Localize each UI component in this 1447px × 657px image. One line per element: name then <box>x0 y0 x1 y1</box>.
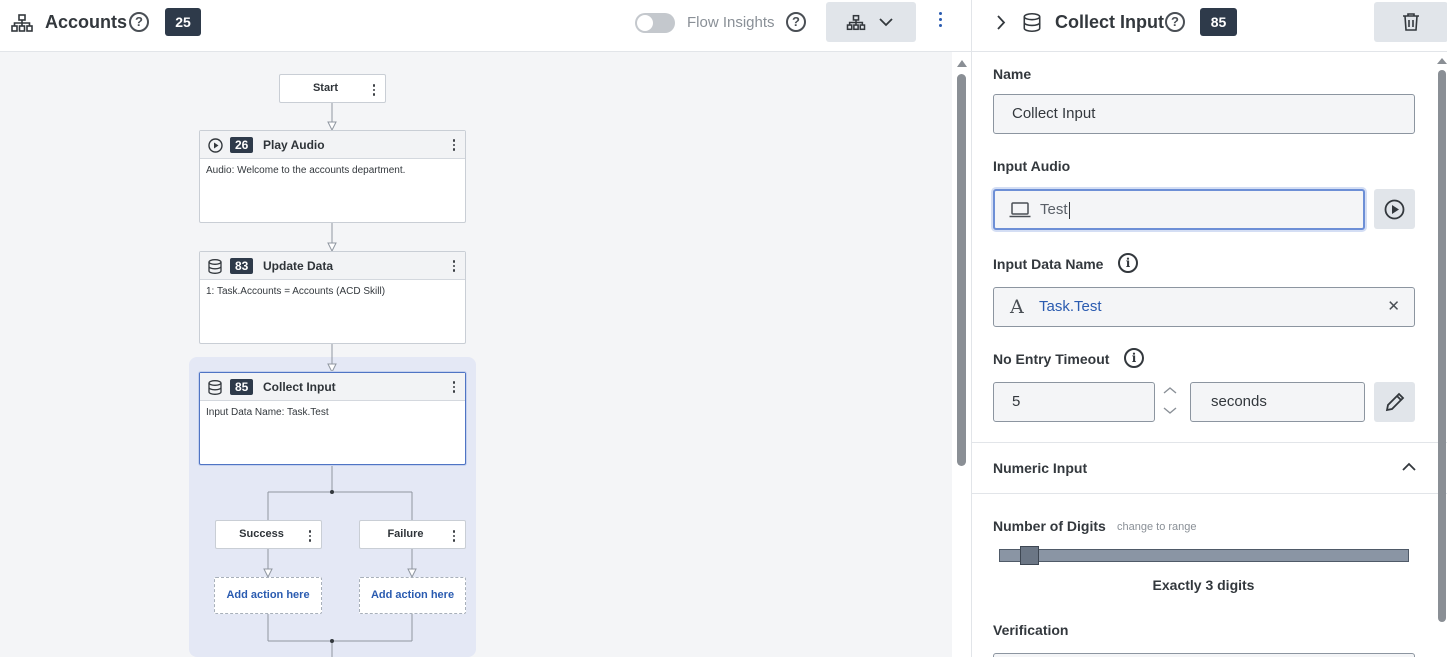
play-icon <box>208 138 223 153</box>
scroll-up-arrow-icon[interactable] <box>957 60 967 67</box>
timeout-unit-select[interactable]: seconds <box>1190 382 1365 422</box>
node-menu-icon[interactable] <box>451 381 457 395</box>
canvas-scrollbar[interactable] <box>952 52 971 657</box>
flow-toolbar: Accounts ? 25 Flow Insights ? <box>0 0 971 52</box>
chevron-up-icon[interactable] <box>1402 462 1416 472</box>
chevron-down-icon <box>879 18 893 27</box>
scroll-up-arrow-icon[interactable] <box>1437 58 1447 64</box>
flow-insights-label: Flow Insights <box>687 14 775 31</box>
help-icon[interactable]: ? <box>129 12 149 32</box>
info-icon[interactable]: i <box>1124 348 1144 368</box>
properties-panel: Collect Input ? 85 Name Collect Input In… <box>971 0 1447 657</box>
play-icon <box>1384 199 1405 220</box>
node-menu-icon[interactable] <box>371 84 377 98</box>
start-node[interactable]: Start <box>279 74 386 103</box>
input-data-name-field[interactable]: A Task.Test ✕ <box>993 287 1415 327</box>
number-of-digits-label: Number of Digits <box>993 518 1106 534</box>
node-id-badge: 83 <box>230 258 254 274</box>
flow-insights-help-icon[interactable]: ? <box>786 12 806 32</box>
verification-label: Verification <box>993 622 1069 638</box>
trash-icon <box>1403 13 1419 31</box>
flow-title: Accounts <box>45 12 128 32</box>
input-data-name-value: Task.Test <box>1039 298 1102 315</box>
clear-icon[interactable]: ✕ <box>1387 288 1400 326</box>
input-audio-value: Test <box>1040 201 1068 218</box>
input-data-name-label: Input Data Name <box>993 256 1104 272</box>
more-options-icon[interactable] <box>934 12 946 32</box>
numeric-input-label: Numeric Input <box>993 460 1088 476</box>
flow-node-play-audio[interactable]: 26 Play Audio Audio: Welcome to the acco… <box>199 130 466 223</box>
play-audio-button[interactable] <box>1374 189 1415 229</box>
node-id-badge: 85 <box>230 379 254 395</box>
database-icon <box>208 259 222 274</box>
flow-node-update-data[interactable]: 83 Update Data 1: Task.Accounts = Accoun… <box>199 251 466 344</box>
node-name: Update Data <box>263 259 334 273</box>
edit-timeout-button[interactable] <box>1374 382 1415 422</box>
verification-field[interactable] <box>993 653 1415 657</box>
divider <box>972 493 1447 494</box>
flow-hierarchy-icon <box>846 14 866 31</box>
node-id-badge: 26 <box>230 137 254 153</box>
node-name: Collect Input <box>263 380 336 394</box>
branch-label: Failure <box>387 528 424 540</box>
stepper-icon[interactable] <box>1163 386 1177 420</box>
branch-success[interactable]: Success <box>215 520 322 549</box>
add-action-success[interactable]: Add action here <box>214 577 322 614</box>
node-menu-icon[interactable] <box>307 530 313 544</box>
node-description: Audio: Welcome to the accounts departmen… <box>206 165 406 176</box>
branch-label: Success <box>239 528 284 540</box>
name-field[interactable]: Collect Input <box>993 94 1415 134</box>
branch-failure[interactable]: Failure <box>359 520 466 549</box>
name-label: Name <box>993 66 1032 82</box>
no-entry-timeout-label: No Entry Timeout <box>993 351 1110 367</box>
layout-menu-button[interactable] <box>826 2 916 42</box>
scrollbar-thumb[interactable] <box>1438 70 1446 622</box>
start-label: Start <box>312 82 339 94</box>
timeout-value-field[interactable]: 5 <box>993 382 1155 422</box>
node-name: Play Audio <box>263 138 325 152</box>
laptop-icon <box>1009 202 1031 218</box>
panel-title: Collect Input <box>1055 12 1164 32</box>
flow-hierarchy-icon <box>11 14 33 32</box>
node-menu-icon[interactable] <box>451 530 457 544</box>
digits-slider-thumb[interactable] <box>1020 546 1039 565</box>
string-type-icon: A <box>1010 296 1024 318</box>
flow-canvas[interactable]: Start 26 Play Audio Audio: Welcome to th… <box>0 52 952 657</box>
change-to-range-link[interactable]: change to range <box>1117 521 1197 533</box>
database-icon <box>1023 12 1041 33</box>
node-description: Input Data Name: Task.Test <box>206 407 329 418</box>
flow-node-collect-input[interactable]: 85 Collect Input Input Data Name: Task.T… <box>199 372 466 465</box>
scrollbar-thumb[interactable] <box>957 74 966 466</box>
input-audio-label: Input Audio <box>993 158 1071 174</box>
input-audio-field[interactable]: Test <box>993 189 1365 230</box>
chevron-right-icon[interactable] <box>996 15 1006 30</box>
divider <box>972 442 1447 443</box>
pencil-icon <box>1385 392 1405 412</box>
node-id-badge: 85 <box>1200 8 1237 36</box>
delete-button[interactable] <box>1374 2 1447 42</box>
node-description: 1: Task.Accounts = Accounts (ACD Skill) <box>206 286 386 297</box>
node-menu-icon[interactable] <box>451 139 457 153</box>
add-action-failure[interactable]: Add action here <box>359 577 466 614</box>
flow-connectors <box>263 102 417 657</box>
database-icon <box>208 380 222 395</box>
node-menu-icon[interactable] <box>451 260 457 274</box>
panel-scrollbar[interactable] <box>1437 52 1447 657</box>
flow-id-badge: 25 <box>165 8 201 36</box>
digits-value-text: Exactly 3 digits <box>1152 577 1255 593</box>
digits-slider-track[interactable] <box>999 546 1409 565</box>
panel-header: Collect Input ? 85 <box>972 0 1447 52</box>
help-icon[interactable]: ? <box>1165 12 1185 32</box>
flow-insights-toggle[interactable] <box>635 13 675 33</box>
info-icon[interactable]: i <box>1118 253 1138 273</box>
